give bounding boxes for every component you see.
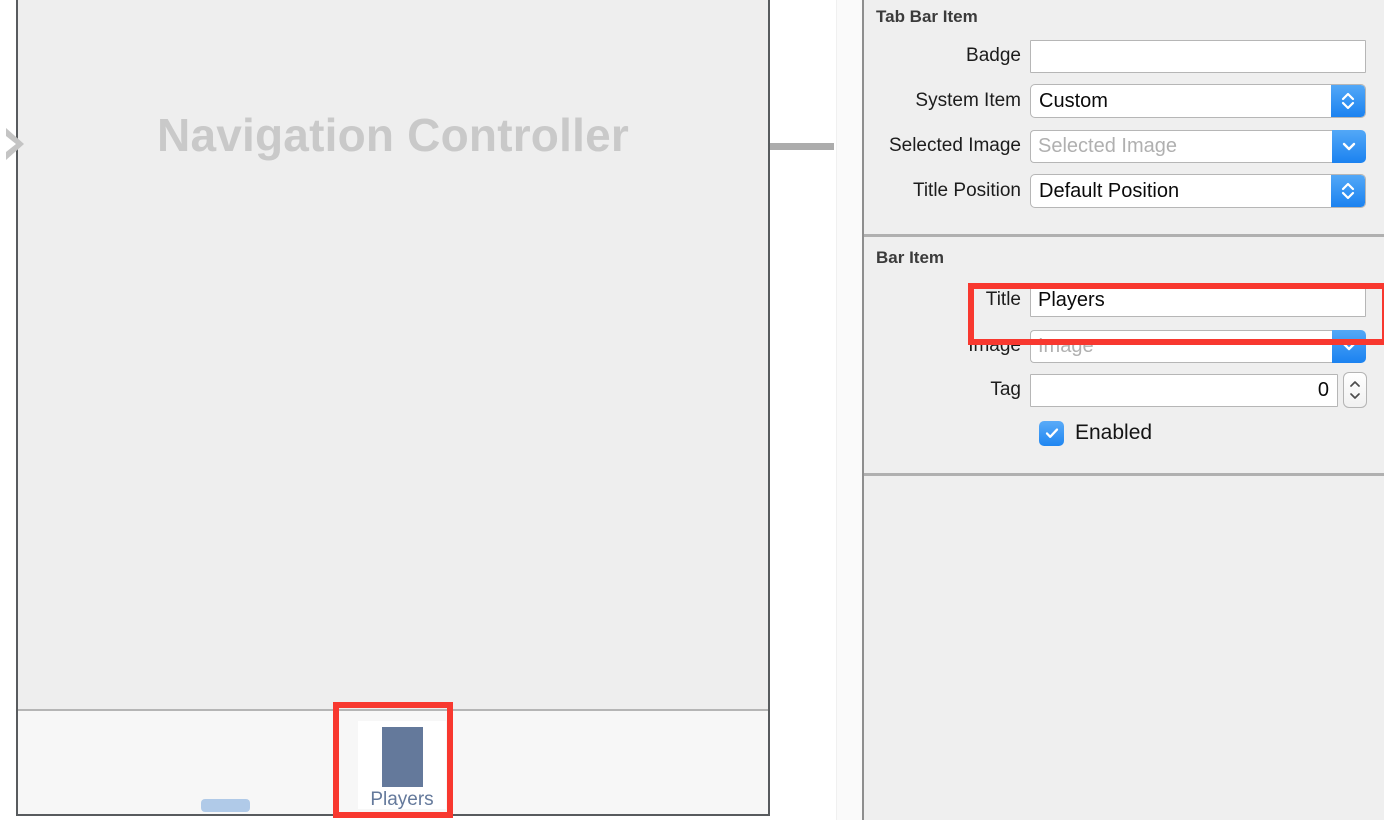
- tab-bar-ghost-item[interactable]: [201, 799, 250, 812]
- chevron-down-icon[interactable]: [1332, 329, 1366, 363]
- selected-image-combo-box[interactable]: Selected Image: [1030, 129, 1366, 163]
- row-badge[interactable]: Badge: [864, 37, 1384, 75]
- system-item-value: Custom: [1039, 89, 1108, 112]
- label-image: Image: [968, 335, 1021, 356]
- label-title-position: Title Position: [912, 180, 1021, 201]
- badge-input[interactable]: [1030, 39, 1366, 73]
- canvas-vertical-scrollbar[interactable]: [836, 0, 863, 820]
- row-selected-image[interactable]: Selected Image Selected Image: [864, 127, 1384, 165]
- section-title-bar-item: Bar Item: [876, 248, 945, 267]
- row-tag[interactable]: Tag 0: [864, 371, 1384, 409]
- tag-stepper[interactable]: [1343, 372, 1367, 408]
- enabled-checkbox[interactable]: [1039, 420, 1064, 446]
- selected-image-input[interactable]: Selected Image: [1030, 129, 1332, 163]
- checkmark-icon: [1045, 428, 1058, 438]
- section-divider: [864, 473, 1384, 476]
- xcode-storyboard-editor: Navigation Controller Players Tab Bar It…: [0, 0, 1384, 820]
- segue-connector-line[interactable]: [770, 143, 834, 150]
- title-position-popup-button[interactable]: Default Position: [1030, 174, 1366, 208]
- title-input[interactable]: Players: [1030, 283, 1366, 317]
- tag-input[interactable]: 0: [1030, 373, 1338, 407]
- scene-tab-bar[interactable]: Players: [18, 709, 768, 814]
- title-position-value: Default Position: [1039, 179, 1180, 202]
- attributes-inspector-panel[interactable]: Tab Bar Item Badge System Item Custom Se…: [862, 0, 1384, 820]
- image-combo-box[interactable]: Image: [1030, 329, 1366, 363]
- label-system-item: System Item: [915, 90, 1021, 111]
- row-enabled[interactable]: Enabled: [864, 413, 1384, 453]
- storyboard-canvas[interactable]: Navigation Controller Players: [0, 0, 838, 820]
- enabled-label: Enabled: [1075, 421, 1153, 444]
- chevron-up-down-icon[interactable]: [1331, 85, 1365, 117]
- row-system-item[interactable]: System Item Custom: [864, 82, 1384, 120]
- section-bar-item: Bar Item Title Players Image Image Tag 0…: [864, 237, 1384, 453]
- tab-bar-item-players[interactable]: Players: [358, 721, 446, 809]
- scene-placeholder-title: Navigation Controller: [157, 109, 629, 161]
- tab-bar-item-label: Players: [370, 789, 434, 810]
- image-input[interactable]: Image: [1030, 329, 1332, 363]
- navigation-controller-scene[interactable]: Navigation Controller Players: [6, 0, 770, 816]
- scene-connector-strip: [770, 0, 836, 820]
- row-title[interactable]: Title Players: [864, 281, 1384, 319]
- label-tag: Tag: [990, 379, 1021, 400]
- chevron-up-down-icon[interactable]: [1331, 175, 1365, 207]
- chevron-down-icon[interactable]: [1332, 129, 1366, 163]
- section-tab-bar-item: Tab Bar Item Badge System Item Custom Se…: [864, 0, 1384, 210]
- row-image[interactable]: Image Image: [864, 327, 1384, 365]
- system-item-popup-button[interactable]: Custom: [1030, 84, 1366, 118]
- section-title-tab-bar-item: Tab Bar Item: [876, 7, 978, 26]
- label-selected-image: Selected Image: [888, 135, 1021, 156]
- label-badge: Badge: [966, 45, 1021, 66]
- label-title: Title: [985, 289, 1021, 310]
- tab-image-placeholder-icon: [381, 727, 423, 787]
- row-title-position[interactable]: Title Position Default Position: [864, 172, 1384, 210]
